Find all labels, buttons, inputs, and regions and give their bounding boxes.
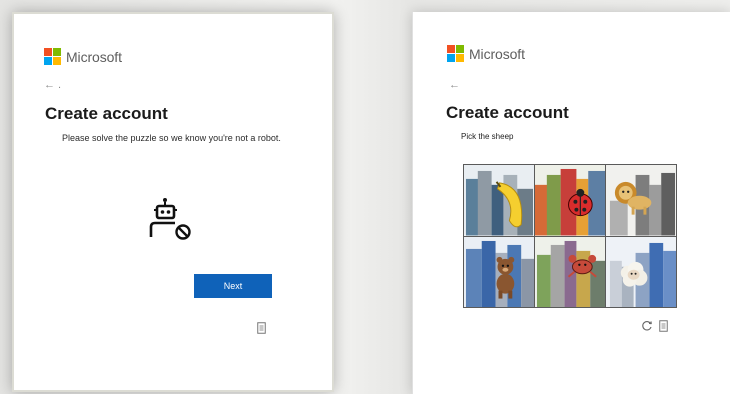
- puzzle-tile-1[interactable]: [464, 165, 534, 236]
- brand-name: Microsoft: [469, 45, 525, 62]
- image-puzzle-grid: [463, 164, 677, 308]
- puzzle-tile-4[interactable]: [464, 236, 534, 307]
- lion-icon: [606, 165, 676, 236]
- document-icon[interactable]: [659, 320, 668, 332]
- bear-icon: [464, 236, 534, 307]
- create-account-intro-card: Microsoft ← . Create account Please solv…: [12, 12, 334, 392]
- page-title: Create account: [446, 103, 569, 122]
- back-arrow-icon[interactable]: ← .: [44, 80, 61, 91]
- back-arrow-icon[interactable]: ←: [449, 80, 460, 91]
- crab-icon: [535, 236, 605, 307]
- puzzle-tile-6[interactable]: [606, 236, 676, 307]
- puzzle-tile-5[interactable]: [535, 236, 605, 307]
- microsoft-brand: Microsoft: [447, 45, 525, 62]
- robot-blocked-icon: [149, 198, 191, 240]
- sheep-icon: [606, 236, 676, 307]
- refresh-icon[interactable]: [641, 320, 653, 332]
- microsoft-brand: Microsoft: [44, 48, 122, 65]
- microsoft-logo-icon: [44, 48, 61, 65]
- puzzle-description: Please solve the puzzle so we know you'r…: [62, 133, 281, 143]
- banana-icon: [464, 165, 534, 236]
- puzzle-tile-3[interactable]: [606, 165, 676, 236]
- puzzle-tile-2[interactable]: [535, 165, 605, 236]
- ladybug-icon: [535, 165, 605, 236]
- microsoft-logo-icon: [447, 45, 464, 62]
- next-button[interactable]: Next: [194, 274, 272, 298]
- create-account-puzzle-card: Microsoft ← Create account Pick the shee…: [412, 12, 730, 394]
- puzzle-prompt: Pick the sheep: [461, 132, 514, 141]
- page-title: Create account: [45, 104, 168, 123]
- brand-name: Microsoft: [66, 48, 122, 65]
- document-icon[interactable]: [257, 322, 266, 334]
